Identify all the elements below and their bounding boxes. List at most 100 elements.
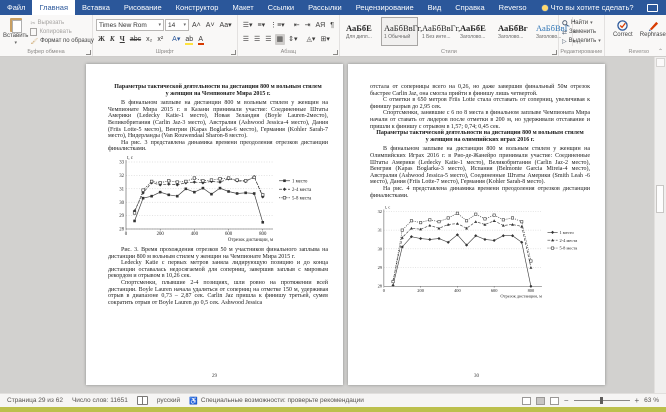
- zoom-level[interactable]: 63 %: [644, 397, 659, 404]
- document-page-29[interactable]: Параметры тактической деятельности на ди…: [86, 64, 343, 385]
- paste-button[interactable]: Вставить ▾: [3, 17, 28, 46]
- tab-вид[interactable]: Вид: [421, 0, 449, 15]
- word-count[interactable]: Число слов: 11651: [72, 397, 128, 404]
- tab-справка[interactable]: Справка: [448, 0, 491, 15]
- tab-файл[interactable]: Файл: [0, 0, 32, 15]
- embedded-chart[interactable]: 2829303132330200400600800t, сОтрезок дис…: [111, 155, 325, 245]
- style-preview: АаБбВг: [498, 23, 528, 34]
- print-layout-button[interactable]: [536, 397, 545, 405]
- tab-вставка[interactable]: Вставка: [75, 0, 117, 15]
- shrink-font-button[interactable]: А˅: [204, 20, 217, 31]
- line-spacing-button[interactable]: ⇕▾: [286, 34, 299, 45]
- sort-button[interactable]: АЯ: [313, 20, 327, 31]
- document-page-30[interactable]: отстала от соперницы всего на 0,26, но д…: [348, 64, 605, 385]
- style-card-4[interactable]: АаБбВгЗаголово...: [495, 17, 532, 46]
- collapse-ribbon-icon[interactable]: ⌃: [658, 48, 663, 55]
- tab-рецензирование[interactable]: Рецензирование: [349, 0, 421, 15]
- dialog-launcher-icon[interactable]: [333, 50, 338, 55]
- zoom-out-button[interactable]: −: [564, 396, 569, 405]
- bullets-button[interactable]: ☰▾: [241, 20, 255, 31]
- tab-конструктор[interactable]: Конструктор: [169, 0, 226, 15]
- group-reverso: Correct Rephraser Reverso: [605, 15, 666, 56]
- vertical-scrollbar[interactable]: [654, 57, 666, 393]
- group-paragraph: ☰▾ ≡▾ ⋮≡▾ ⇤ ⇥ АЯ ¶ ☰ ☰ ☰ ▦ ⇕▾ ◬▾ ⊞▾ Абза…: [238, 15, 340, 56]
- decrease-indent-button[interactable]: ⇤: [292, 20, 302, 31]
- borders-button[interactable]: ⊞▾: [318, 34, 331, 45]
- zoom-slider-thumb[interactable]: [600, 397, 603, 404]
- style-card-2[interactable]: АаБбВвГг,1 Без инте...: [419, 17, 456, 46]
- numbering-button[interactable]: ≡▾: [255, 20, 267, 31]
- style-name: 1 Обычный: [384, 34, 410, 40]
- paragraph: В финальном заплыве на дистанции 800 м в…: [108, 100, 328, 140]
- copy-icon: [30, 28, 37, 36]
- proofing-icon[interactable]: [137, 396, 148, 405]
- svg-text:400: 400: [191, 232, 199, 237]
- shading-button[interactable]: ◬▾: [305, 34, 318, 45]
- select-button[interactable]: ▷Выделить▾: [562, 37, 601, 45]
- show-marks-button[interactable]: ¶: [328, 20, 336, 31]
- paragraph: Рис. 3. Время прохождения отрезков 50 м …: [108, 247, 328, 260]
- zoom-slider[interactable]: [574, 400, 630, 401]
- align-left-button[interactable]: ☰: [241, 34, 251, 45]
- scrollbar-top-button[interactable]: [656, 58, 665, 67]
- tell-me-assistant[interactable]: Что вы хотите сделать?: [542, 0, 634, 15]
- tab-рисование[interactable]: Рисование: [117, 0, 169, 15]
- tab-главная[interactable]: Главная: [32, 0, 75, 15]
- reverso-correct-button[interactable]: Correct: [610, 19, 636, 38]
- increase-indent-button[interactable]: ⇥: [303, 20, 313, 31]
- style-preview: АаБбЕ: [460, 23, 486, 34]
- accessibility-checker[interactable]: ♿ Специальные возможности: проверьте рек…: [189, 397, 364, 405]
- web-layout-button[interactable]: [550, 397, 559, 405]
- multilevel-list-button[interactable]: ⋮≡▾: [268, 20, 287, 31]
- style-name: Для дипл...: [346, 34, 372, 40]
- svg-text:29: 29: [378, 265, 383, 270]
- font-color-button[interactable]: А: [196, 34, 206, 45]
- highlight-color-button[interactable]: ab: [183, 34, 195, 45]
- read-mode-button[interactable]: [522, 397, 531, 405]
- feedback-button[interactable]: [647, 4, 658, 12]
- italic-button[interactable]: К: [108, 34, 117, 45]
- align-right-button[interactable]: ☰: [263, 34, 273, 45]
- scrollbar-thumb[interactable]: [656, 185, 664, 213]
- document-canvas: Параметры тактической деятельности на ди…: [0, 57, 666, 393]
- style-card-0[interactable]: АаБбЕДля дипл...: [343, 17, 380, 46]
- svg-text:800: 800: [528, 288, 535, 293]
- style-card-3[interactable]: АаБбЕЗаголово...: [457, 17, 494, 46]
- copy-button[interactable]: Копировать: [30, 28, 93, 36]
- language-indicator[interactable]: русский: [157, 397, 180, 404]
- justify-button[interactable]: ▦: [275, 34, 286, 45]
- paragraph: Ledecky Katie с первых метров заняла лид…: [108, 260, 328, 280]
- svg-text:600: 600: [491, 288, 498, 293]
- cut-button[interactable]: ✂Вырезать: [30, 19, 93, 27]
- underline-button[interactable]: Ч: [118, 34, 127, 45]
- align-center-button[interactable]: ☰: [252, 34, 262, 45]
- subscript-button[interactable]: x₂: [144, 34, 154, 45]
- font-name-combo[interactable]: Times New Rom▾: [96, 19, 164, 31]
- tab-рассылки[interactable]: Рассылки: [301, 0, 349, 15]
- dialog-launcher-icon[interactable]: [86, 50, 91, 55]
- page-indicator[interactable]: Страница 29 из 62: [7, 397, 63, 404]
- bold-button[interactable]: Ж: [96, 34, 107, 45]
- dialog-launcher-icon[interactable]: [552, 50, 557, 55]
- tab-макет[interactable]: Макет: [225, 0, 260, 15]
- text-effects-button[interactable]: А▾: [170, 34, 182, 45]
- format-painter-button[interactable]: 🖌Формат по образцу: [30, 37, 93, 45]
- change-case-button[interactable]: Аа▾: [218, 20, 234, 31]
- embedded-chart[interactable]: 28293031320200400600800t, сОтрезок диста…: [370, 201, 590, 305]
- style-card-1[interactable]: АаБбВвГг,1 Обычный: [381, 17, 418, 46]
- tab-ссылки[interactable]: Ссылки: [261, 0, 301, 15]
- dialog-launcher-icon[interactable]: [231, 50, 236, 55]
- superscript-button[interactable]: x²: [155, 34, 165, 45]
- strikethrough-button[interactable]: abc: [128, 34, 143, 45]
- svg-text:33: 33: [119, 161, 124, 166]
- group-label-reverso: Reverso: [605, 49, 666, 55]
- tab-reverso[interactable]: Reverso: [492, 0, 534, 15]
- svg-text:0: 0: [125, 232, 128, 237]
- zoom-in-button[interactable]: +: [635, 396, 640, 405]
- grow-font-button[interactable]: А˄: [190, 20, 203, 31]
- font-size-combo[interactable]: 14▾: [165, 19, 189, 31]
- find-button[interactable]: Найти▾: [562, 19, 601, 27]
- replace-button[interactable]: ⇄Заменить: [562, 28, 601, 36]
- reverso-rephraser-button[interactable]: Rephraser: [640, 19, 666, 38]
- group-label-font: Шрифт: [93, 49, 237, 55]
